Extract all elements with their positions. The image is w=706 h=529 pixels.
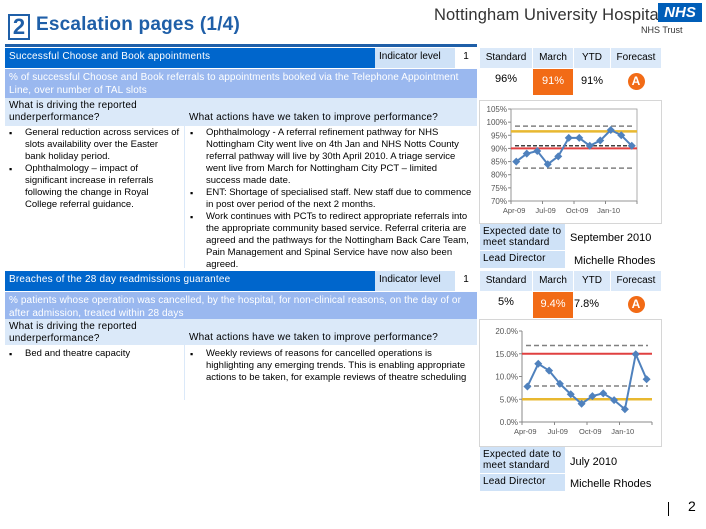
y-tick-label: 95%: [491, 131, 507, 140]
y-tick-label: 75%: [491, 184, 507, 193]
footer-separator: [668, 502, 669, 516]
action-item: ENT: Shortage of specialised staff. New …: [188, 187, 472, 211]
y-tick-label: 0.0%: [500, 418, 518, 427]
indicator-level-label: Indicator level: [375, 271, 455, 291]
y-tick-label: 5.0%: [500, 395, 518, 404]
kpi-header-month: March: [533, 271, 573, 291]
driving-list: General reduction across services of slo…: [3, 125, 184, 213]
x-tick-label: Jan-10: [597, 206, 620, 215]
data-point: [631, 350, 640, 359]
action-item: Ophthalmology - A referral refinement pa…: [188, 127, 472, 187]
chart-2-container: 0.0% 5.0% 10.0% 15.0% 20.0% Apr-09 Jul-09 Oct-0…: [479, 319, 662, 447]
actions-heading: What actions have we taken to improve pe…: [185, 98, 477, 126]
indicator-level-label: Indicator level: [375, 48, 455, 68]
indicator-description: % patients whose operation was cancelled…: [5, 292, 477, 319]
driving-heading: What is driving the reported underperfor…: [5, 98, 185, 126]
y-tick-label: 70%: [491, 197, 507, 206]
kpi-header-standard: Standard: [480, 271, 532, 291]
data-point: [564, 133, 573, 142]
section-number-badge: 2: [8, 14, 30, 40]
actions-heading: What actions have we taken to improve pe…: [185, 319, 477, 345]
indicator-description: % of successful Choose and Book referral…: [5, 69, 477, 98]
actions-list: Weekly reviews of reasons for cancelled …: [184, 346, 476, 386]
y-tick-label: 80%: [491, 171, 507, 180]
plot-area-frame: [510, 108, 638, 202]
driving-list: Bed and theatre capacity: [3, 346, 184, 362]
kpi-header-standard: Standard: [480, 48, 532, 68]
kpi-month-value: 91%: [533, 69, 573, 95]
x-tick-label: Oct-09: [566, 206, 589, 215]
kpi-header-ytd: YTD: [574, 48, 610, 68]
kpi-forecast: A: [611, 69, 661, 95]
y-tick-label: 90%: [491, 144, 507, 153]
lead-director-label: Lead Director: [480, 251, 565, 268]
forecast-amber-badge: A: [627, 73, 645, 90]
expected-date-label: Expected date to meet standard: [480, 447, 565, 473]
driving-item: Bed and theatre capacity: [7, 348, 180, 360]
chart-1-container: 70% 75% 80% 85% 90% 95% 100% 105% Apr-09 Jul-09 Oc…: [479, 100, 662, 224]
action-item: Weekly reviews of reasons for cancelled …: [188, 348, 472, 384]
expected-date-label: Expected date to meet standard: [480, 224, 565, 250]
kpi-month-value: 9.4%: [533, 292, 573, 318]
series-line: [515, 128, 633, 166]
y-tick-label: 20.0%: [495, 327, 518, 336]
lead-director-label: Lead Director: [480, 474, 565, 491]
kpi-forecast: A: [611, 292, 661, 318]
lead-director-value: Michelle Rhodes: [566, 474, 662, 491]
chart-2-svg: 0.0% 5.0% 10.0% 15.0% 20.0% Apr-09 Jul-09 Oct-0…: [495, 327, 653, 436]
lead-director-value: Michelle Rhodes: [566, 251, 662, 268]
indicator-title: Breaches of the 28 day readmissions guar…: [5, 271, 375, 291]
y-tick-label: 15.0%: [495, 350, 518, 359]
forecast-amber-badge: A: [627, 296, 645, 313]
x-tick-label: Jul-09: [535, 206, 555, 215]
y-tick-label: 100%: [487, 118, 507, 127]
kpi-standard-value: 5%: [498, 296, 514, 308]
x-tick-label: Apr-09: [514, 427, 537, 436]
organisation-name: Nottingham University Hospitals: [434, 6, 671, 24]
kpi-header-forecast: Forecast: [611, 271, 661, 291]
nhs-logo: NHS: [658, 3, 702, 22]
series-line: [526, 350, 648, 412]
data-point: [523, 382, 532, 391]
chart-1-svg: 70% 75% 80% 85% 90% 95% 100% 105% Apr-09 Jul-09 Oc…: [487, 105, 638, 215]
footer-page-number: 2: [688, 498, 696, 514]
kpi-standard-value: 96%: [494, 73, 518, 85]
data-point: [642, 375, 651, 384]
y-tick-label: 10.0%: [495, 373, 518, 382]
page-title: Escalation pages (1/4): [36, 14, 240, 35]
x-tick-label: Jul-09: [548, 427, 568, 436]
indicator-title: Successful Choose and Book appointments: [5, 48, 375, 68]
x-tick-label: Oct-09: [579, 427, 602, 436]
x-tick-label: Apr-09: [503, 206, 526, 215]
driving-heading: What is driving the reported underperfor…: [5, 319, 185, 345]
trust-label: NHS Trust: [641, 25, 683, 35]
y-tick-label: 85%: [491, 158, 507, 167]
expected-date-value: July 2010: [566, 447, 662, 473]
x-tick-label: Jan-10: [611, 427, 634, 436]
y-tick-label: 105%: [487, 105, 507, 114]
indicator-level-value: 1: [455, 48, 477, 68]
driving-item: Ophthalmology – impact of significant in…: [7, 163, 180, 211]
kpi-header-forecast: Forecast: [611, 48, 661, 68]
driving-item: General reduction across services of slo…: [7, 127, 180, 163]
kpi-header-ytd: YTD: [574, 271, 610, 291]
action-item: Work continues with PCTs to redirect app…: [188, 211, 472, 271]
expected-date-value: September 2010: [566, 224, 662, 250]
kpi-ytd-value: 91%: [580, 75, 604, 87]
kpi-ytd-value: 7.8%: [574, 298, 600, 310]
kpi-header-month: March: [533, 48, 573, 68]
actions-list: Ophthalmology - A referral refinement pa…: [184, 125, 476, 273]
indicator-level-value: 1: [455, 271, 477, 291]
title-divider: [5, 44, 477, 47]
